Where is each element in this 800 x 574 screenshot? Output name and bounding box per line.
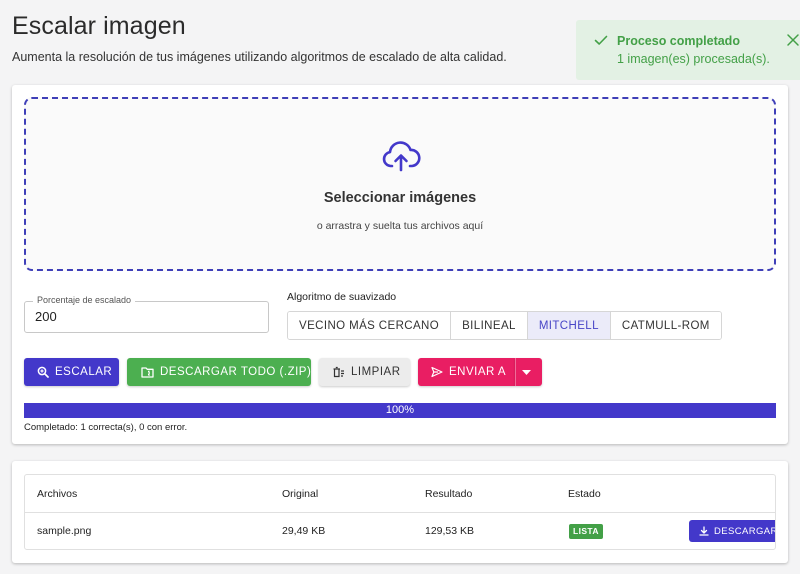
toast-message: 1 imagen(es) procesada(s).	[617, 52, 770, 66]
algorithm-option-bilinear[interactable]: BILINEAL	[451, 312, 528, 339]
download-button-label: DESCARGAR	[714, 525, 776, 537]
algorithm-option-nearest[interactable]: VECINO MÁS CERCANO	[288, 312, 452, 339]
file-dropzone[interactable]: Seleccionar imágenes o arrastra y suelta…	[24, 97, 776, 271]
success-toast: Proceso completado 1 imagen(es) procesad…	[576, 20, 800, 80]
close-icon[interactable]	[786, 33, 800, 47]
results-card: Archivos Original Resultado Estado sampl…	[12, 461, 788, 563]
progress-status-text: Completado: 1 correcta(s), 0 con error.	[24, 422, 188, 433]
dropzone-title: Seleccionar imágenes	[323, 190, 477, 206]
download-icon	[699, 526, 709, 536]
send-to-button[interactable]: ENVIAR A	[418, 358, 515, 386]
algorithm-label: Algoritmo de suavizado	[287, 291, 397, 303]
download-all-label: DESCARGAR TODO (.ZIP)	[160, 366, 312, 378]
toast-title: Proceso completado	[617, 34, 740, 48]
results-table: Archivos Original Resultado Estado sampl…	[24, 474, 776, 550]
folder-zip-icon	[141, 367, 154, 378]
clear-button-label: LIMPIAR	[351, 366, 401, 378]
dropzone-subtitle: o arrastra y suelta tus archivos aquí	[316, 220, 484, 232]
column-header-result: Resultado	[425, 488, 473, 500]
cell-original-size: 29,49 KB	[282, 525, 326, 537]
page-subtitle: Aumenta la resolución de tus imágenes ut…	[12, 50, 507, 64]
cloud-upload-icon	[382, 141, 421, 172]
scale-percentage-input[interactable]	[35, 309, 255, 324]
scale-percentage-field: Porcentaje de escalado	[24, 295, 269, 333]
upload-card: Seleccionar imágenes o arrastra y suelta…	[12, 85, 788, 444]
download-all-zip-button[interactable]: DESCARGAR TODO (.ZIP)	[127, 358, 311, 386]
caret-down-icon	[521, 369, 531, 375]
algorithm-option-mitchell[interactable]: MITCHELL	[527, 312, 611, 339]
check-icon	[594, 35, 608, 45]
scale-button[interactable]: ESCALAR	[24, 358, 119, 386]
header-divider	[25, 512, 775, 513]
column-header-status: Estado	[568, 488, 601, 500]
scale-percentage-label: Porcentaje de escalado	[33, 295, 136, 305]
progress-label: 100%	[385, 404, 415, 416]
column-header-original: Original	[282, 488, 319, 500]
cell-result-size: 129,53 KB	[425, 525, 475, 537]
download-button[interactable]: DESCARGAR	[689, 520, 776, 542]
clear-button[interactable]: LIMPIAR	[319, 358, 410, 386]
progress-bar: 100%	[24, 403, 776, 418]
algorithm-toggle-group: VECINO MÁS CERCANO BILINEAL MITCHELL CAT…	[287, 311, 722, 340]
send-icon	[431, 366, 443, 378]
send-to-dropdown-toggle[interactable]	[515, 358, 542, 386]
zoom-in-icon	[37, 366, 49, 378]
algorithm-option-catmull-rom[interactable]: CATMULL-ROM	[610, 312, 721, 339]
clear-all-icon	[333, 366, 344, 378]
cell-file-name: sample.png	[37, 525, 92, 537]
send-to-label: ENVIAR A	[449, 366, 507, 378]
status-badge: LISTA	[569, 524, 603, 539]
scale-button-label: ESCALAR	[55, 366, 113, 378]
column-header-files: Archivos	[37, 488, 78, 500]
page-title: Escalar imagen	[12, 12, 186, 40]
